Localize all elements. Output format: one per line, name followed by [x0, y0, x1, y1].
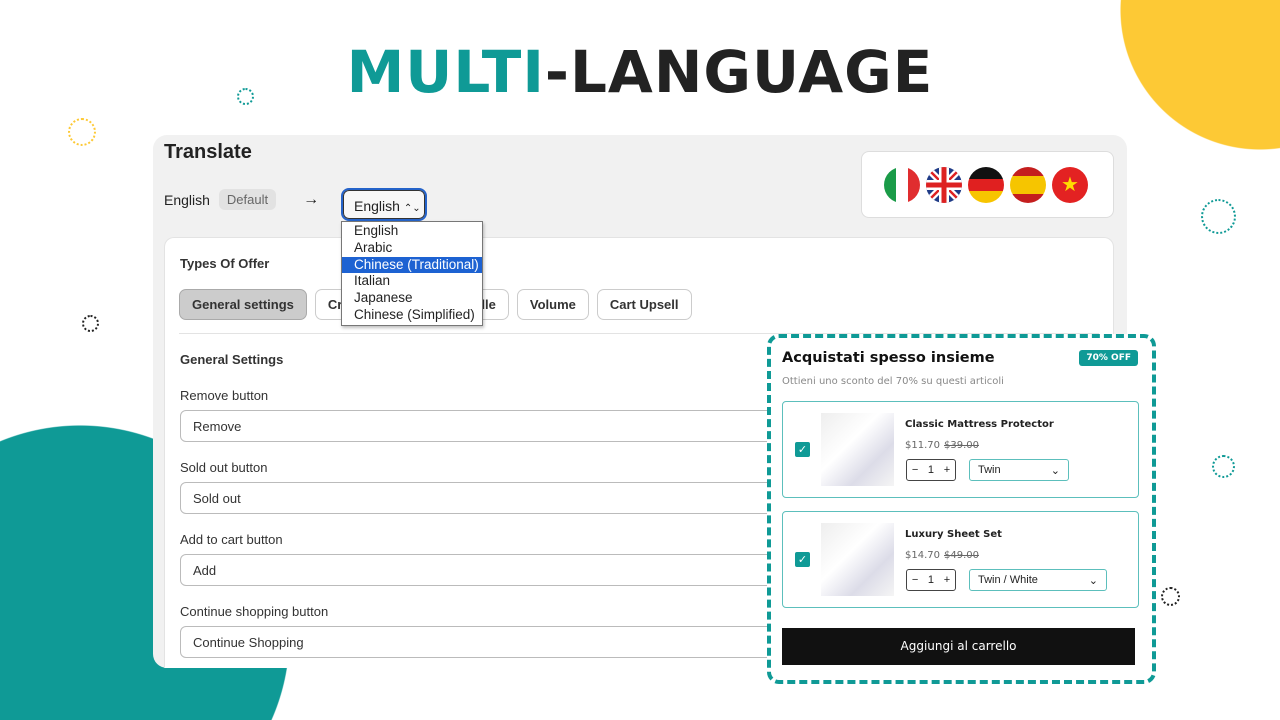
product-item: ✓ Luxury Sheet Set $14.70 $49.00 −1 + Twin…	[782, 511, 1139, 608]
product-image	[821, 413, 894, 486]
chevron-down-icon: ⌄	[1050, 465, 1060, 477]
field-label: Add to cart button	[180, 532, 283, 547]
italy-flag-icon	[884, 166, 920, 203]
spain-flag-icon	[1010, 166, 1046, 203]
decor-dot	[1161, 587, 1180, 606]
plus-icon[interactable]: +	[944, 574, 950, 586]
continue-shopping-input[interactable]: Continue Shopping	[180, 626, 800, 658]
option-chinese-traditional[interactable]: Chinese (Traditional)	[342, 256, 482, 274]
tab-volume[interactable]: Volume	[516, 289, 589, 320]
variant-select[interactable]: Twin / White ⌄	[969, 569, 1107, 591]
option-arabic[interactable]: Arabic	[342, 240, 482, 257]
minus-icon[interactable]: −	[912, 574, 918, 586]
checkbox-checked-icon[interactable]: ✓	[795, 442, 810, 457]
product-name: Classic Mattress Protector	[905, 419, 1054, 430]
option-english[interactable]: English	[342, 223, 482, 240]
checkbox-checked-icon[interactable]: ✓	[795, 552, 810, 567]
field-label: Remove button	[180, 388, 269, 403]
minus-icon[interactable]: −	[912, 464, 918, 476]
decor-dot	[68, 118, 96, 146]
decor-dot	[1212, 455, 1235, 478]
variant-select[interactable]: Twin ⌄	[969, 459, 1069, 481]
source-language: English	[164, 191, 210, 208]
types-label: Types Of Offer	[180, 256, 270, 271]
section-title: General Settings	[180, 352, 284, 367]
chevron-updown-icon: ⌃⌄	[403, 203, 421, 214]
bundle-widget: Acquistati spesso insieme 70% OFF Ottien…	[767, 334, 1156, 684]
add-to-cart-button[interactable]: Aggiungi al carrello	[782, 628, 1135, 665]
product-image	[821, 523, 894, 596]
widget-subtitle: Ottieni uno sconto del 70% su questi art…	[782, 376, 1004, 387]
tab-cart-upsell[interactable]: Cart Upsell	[596, 289, 692, 320]
sold-out-button-input[interactable]: Sold out	[180, 482, 800, 514]
decor-dot	[82, 315, 99, 332]
panel-title: Translate	[164, 141, 252, 163]
language-dropdown: English Arabic Chinese (Traditional) Ita…	[341, 221, 483, 326]
arrow-right-icon: →	[303, 190, 320, 208]
chevron-down-icon: ⌄	[1088, 575, 1098, 587]
uk-flag-icon	[926, 166, 962, 203]
product-price: $11.70 $39.00	[905, 440, 979, 451]
option-japanese[interactable]: Japanese	[342, 290, 482, 307]
widget-title: Acquistati spesso insieme	[782, 350, 995, 366]
discount-badge: 70% OFF	[1079, 350, 1138, 366]
field-label: Continue shopping button	[180, 604, 329, 619]
field-label: Sold out button	[180, 460, 268, 475]
tab-general-settings[interactable]: General settings	[179, 289, 307, 320]
flags-box: ★	[861, 151, 1114, 218]
target-language-select[interactable]: English ⌃⌄	[341, 188, 427, 221]
remove-button-input[interactable]: Remove	[180, 410, 800, 442]
product-name: Luxury Sheet Set	[905, 529, 1002, 540]
hero-title: MULTI-LANGUAGE	[346, 38, 934, 106]
decor-dot	[1201, 199, 1236, 234]
option-italian[interactable]: Italian	[342, 273, 482, 290]
vietnam-flag-icon: ★	[1052, 166, 1088, 203]
plus-icon[interactable]: +	[944, 464, 950, 476]
germany-flag-icon	[968, 166, 1004, 203]
quantity-stepper[interactable]: −1 +	[906, 459, 956, 481]
add-to-cart-input[interactable]: Add	[180, 554, 800, 586]
language-row: English Default →	[164, 189, 319, 210]
quantity-stepper[interactable]: −1 +	[906, 569, 956, 591]
option-chinese-simplified[interactable]: Chinese (Simplified)	[342, 307, 482, 324]
default-badge: Default	[218, 189, 277, 210]
product-price: $14.70 $49.00	[905, 550, 979, 561]
product-item: ✓ Classic Mattress Protector $11.70 $39.0…	[782, 401, 1139, 498]
